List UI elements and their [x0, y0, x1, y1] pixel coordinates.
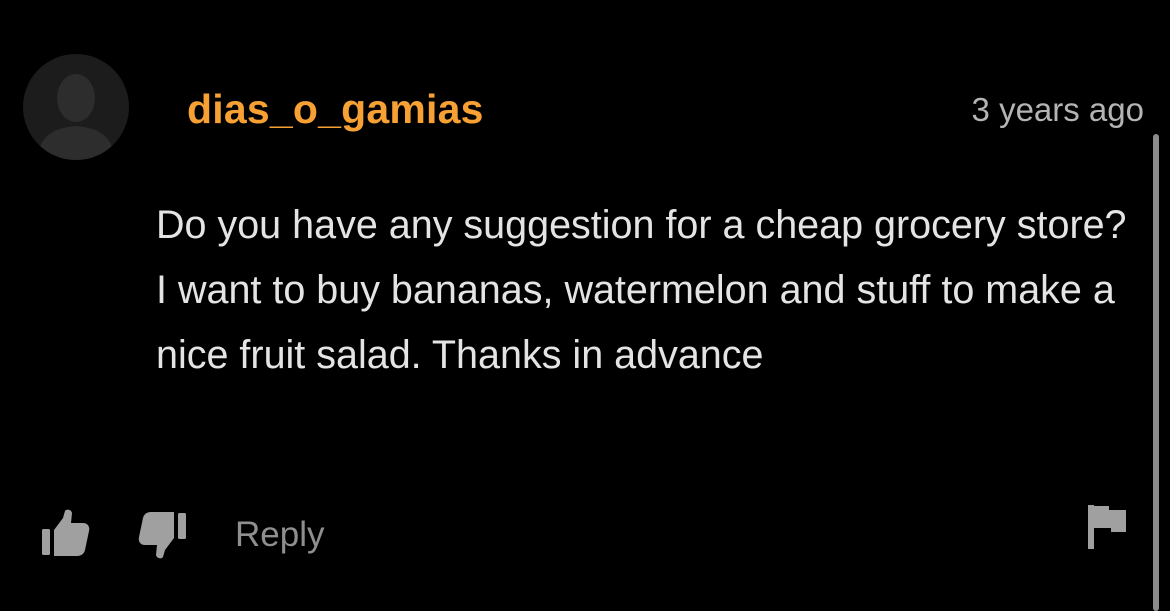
avatar[interactable]: [23, 54, 129, 160]
reply-button[interactable]: Reply: [235, 517, 324, 552]
comment-username[interactable]: dias_o_gamias: [187, 86, 484, 133]
comment-card: dias_o_gamias 3 years ago Do you have an…: [0, 0, 1170, 611]
comment-timestamp: 3 years ago: [971, 91, 1144, 128]
comment-actions: Reply: [40, 506, 324, 562]
comment-body: Do you have any suggestion for a cheap g…: [156, 203, 1127, 377]
thumbs-down-icon[interactable]: [136, 508, 188, 560]
scrollbar[interactable]: [1153, 134, 1159, 611]
flag-icon[interactable]: [1087, 505, 1127, 549]
user-silhouette-icon: [37, 74, 115, 160]
thumbs-up-icon[interactable]: [40, 508, 92, 560]
